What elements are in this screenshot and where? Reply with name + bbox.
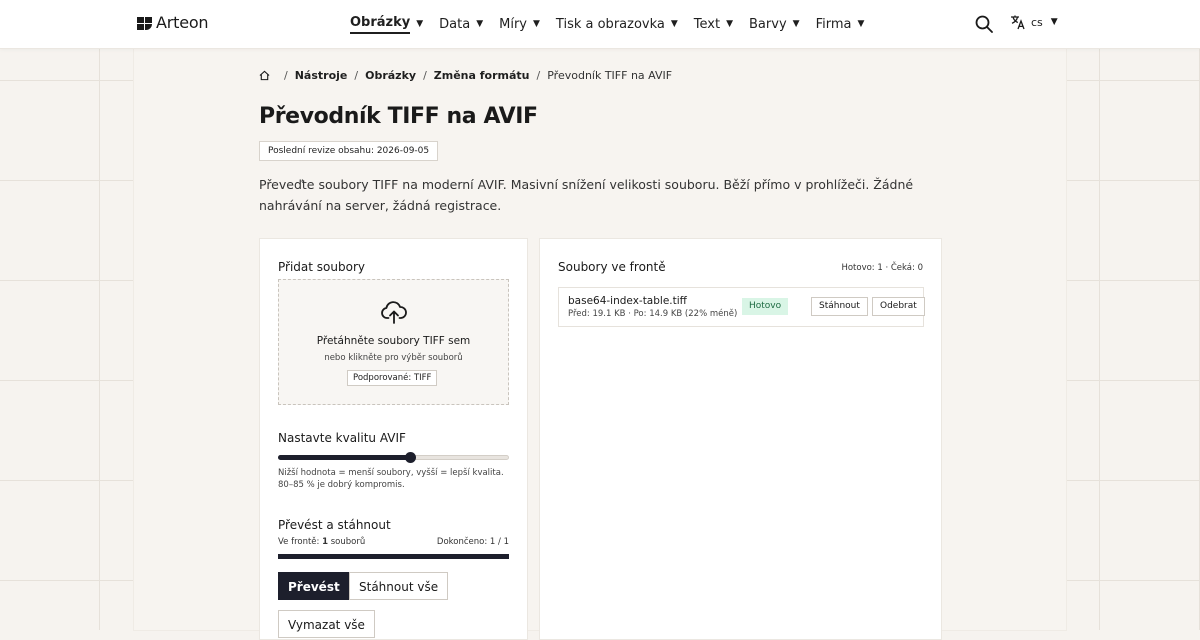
- top-navigation-bar: Arteon Obrázky ▼ Data ▼ Míry ▼ Tisk a ob…: [0, 0, 1200, 49]
- search-icon[interactable]: [975, 15, 993, 33]
- download-file-button[interactable]: Stáhnout: [811, 297, 868, 316]
- caret-down-icon: ▼: [1050, 17, 1058, 27]
- convert-title: Převést a stáhnout: [278, 518, 391, 532]
- nav-item-label: Firma: [815, 16, 852, 32]
- supported-formats-badge: Podporované: TIFF: [347, 370, 438, 386]
- caret-down-icon: ▼: [792, 19, 800, 29]
- nav-item-label: Obrázky: [350, 15, 411, 34]
- caret-down-icon: ▼: [476, 19, 484, 29]
- done-count-text: Dokončeno: 1 / 1: [436, 537, 509, 547]
- nav-item-obrazky[interactable]: Obrázky ▼: [350, 0, 423, 48]
- file-dropzone[interactable]: Přetáhněte soubory TIFF sem nebo kliknět…: [278, 279, 509, 405]
- nav-item-label: Tisk a obrazovka: [555, 16, 665, 32]
- breadcrumb-current: Převodník TIFF na AVIF: [547, 69, 673, 82]
- logo[interactable]: Arteon: [137, 13, 209, 32]
- status-badge: Hotovo: [742, 298, 789, 315]
- file-row: base64-index-table.tiff Před: 19.1 KB · …: [558, 287, 925, 327]
- revision-badge: Poslední revize obsahu: 2026-09-05: [259, 141, 439, 161]
- breadcrumb-separator: /: [284, 69, 288, 82]
- language-selector[interactable]: cs ▼: [1010, 14, 1058, 30]
- caret-down-icon: ▼: [857, 19, 865, 29]
- nav-item-miry[interactable]: Míry ▼: [499, 0, 540, 48]
- breadcrumb-link-zmena-formatu[interactable]: Změna formátu: [434, 69, 530, 82]
- nav-item-label: Barvy: [749, 16, 787, 32]
- clear-all-button[interactable]: Vymazat vše: [278, 610, 375, 638]
- nav-item-label: Data: [439, 16, 471, 32]
- breadcrumb-separator: /: [354, 69, 359, 82]
- translate-icon: [1011, 15, 1025, 30]
- queue-stats: Hotovo: 1 · Čeká: 0: [841, 263, 923, 273]
- queue-prefix: Ve frontě:: [278, 537, 323, 547]
- nav-item-label: Text: [693, 16, 721, 32]
- main-content: / Nástroje / Obrázky / Změna formátu / P…: [134, 48, 1066, 640]
- queue-panel: Soubory ve frontě Hotovo: 1 · Čeká: 0 ba…: [539, 238, 942, 640]
- slider-fill: [278, 455, 410, 460]
- quality-hint: Nižší hodnota = menší soubory, vyšší = l…: [278, 468, 504, 490]
- file-name: base64-index-table.tiff: [568, 295, 687, 307]
- queue-suffix: souborů: [328, 537, 366, 547]
- dropzone-subtitle: nebo klikněte pro výběr souborů: [324, 353, 463, 363]
- intro-text: Převeďte soubory TIFF na moderní AVIF. M…: [259, 177, 914, 213]
- queue-status-row: Ve frontě: 1 souborů Dokončeno: 1 / 1: [278, 537, 509, 547]
- nav-item-tisk-a-obrazovka[interactable]: Tisk a obrazovka ▼: [556, 0, 678, 48]
- main-nav: Obrázky ▼ Data ▼ Míry ▼ Tisk a obrazovka…: [350, 0, 880, 48]
- caret-down-icon: ▼: [726, 19, 734, 29]
- quality-title: Nastavte kvalitu AVIF: [278, 431, 406, 445]
- queue-count-text: Ve frontě: 1 souborů: [278, 537, 365, 547]
- caret-down-icon: ▼: [670, 19, 678, 29]
- quality-slider[interactable]: [278, 452, 509, 463]
- nav-item-text[interactable]: Text ▼: [694, 0, 733, 48]
- caret-down-icon: ▼: [416, 19, 424, 29]
- caret-down-icon: ▼: [533, 19, 540, 29]
- page-title: Převodník TIFF na AVIF: [259, 104, 538, 129]
- queue-title: Soubory ve frontě: [558, 260, 666, 274]
- language-code: cs: [1031, 15, 1043, 29]
- progress-fill: [278, 554, 509, 559]
- logo-icon: [137, 15, 153, 31]
- remove-file-button[interactable]: Odebrat: [872, 297, 925, 316]
- nav-item-barvy[interactable]: Barvy ▼: [749, 0, 800, 48]
- converter-panel: Přidat soubory Přetáhněte soubory TIFF s…: [259, 238, 528, 640]
- breadcrumb: / Nástroje / Obrázky / Změna formátu / P…: [259, 69, 672, 82]
- cloud-upload-icon: [381, 301, 407, 324]
- breadcrumb-link-obrazky[interactable]: Obrázky: [365, 69, 416, 82]
- logo-text: Arteon: [156, 13, 209, 32]
- breadcrumb-separator: /: [536, 69, 541, 82]
- home-icon[interactable]: [259, 70, 270, 81]
- nav-item-label: Míry: [499, 16, 527, 32]
- convert-button[interactable]: Převést: [278, 572, 350, 600]
- breadcrumb-link-nastroje[interactable]: Nástroje: [295, 69, 348, 82]
- add-files-title: Přidat soubory: [278, 260, 365, 274]
- download-all-button[interactable]: Stáhnout vše: [349, 572, 449, 600]
- slider-thumb[interactable]: [404, 452, 416, 463]
- progress-bar: [278, 554, 509, 559]
- nav-item-firma[interactable]: Firma ▼: [816, 0, 865, 48]
- file-size-meta: Před: 19.1 KB · Po: 14.9 KB (22% méně): [568, 309, 738, 319]
- breadcrumb-separator: /: [423, 69, 427, 82]
- dropzone-title: Přetáhněte soubory TIFF sem: [316, 335, 471, 347]
- nav-item-data[interactable]: Data ▼: [439, 0, 483, 48]
